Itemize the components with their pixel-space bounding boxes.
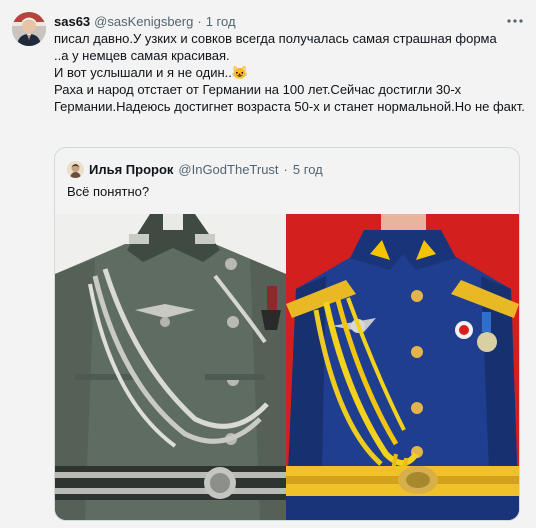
timestamp[interactable]: 1 год bbox=[206, 14, 236, 29]
quoted-tweet[interactable]: Илья Пророк @InGodTheTrust · 5 год Всё п… bbox=[54, 147, 520, 521]
tweet-line-1: писал давно.У узких и совков всегда полу… bbox=[54, 31, 497, 46]
tweet-line-3-text: И вот услышали и я не один.. bbox=[54, 65, 232, 80]
quote-text: Всё понятно? bbox=[67, 184, 150, 199]
quote-author-handle[interactable]: @InGodTheTrust bbox=[178, 162, 278, 177]
tweet-line-2: ..а у немцев самая красивая. bbox=[54, 48, 230, 63]
quoted-tweet-header: Илья Пророк @InGodTheTrust · 5 год bbox=[67, 160, 323, 178]
tweet-text: писал давно.У узких и совков всегда полу… bbox=[54, 30, 526, 115]
author-handle[interactable]: @sasKenigsberg bbox=[94, 14, 193, 29]
quote-avatar[interactable] bbox=[67, 160, 84, 178]
tweet-line-3: И вот услышали и я не один..😺 bbox=[54, 64, 526, 81]
more-options-icon[interactable] bbox=[504, 10, 526, 32]
quote-author-name[interactable]: Илья Пророк bbox=[89, 162, 173, 177]
cat-emoji-icon: 😺 bbox=[231, 65, 249, 80]
photo-grey-uniform[interactable] bbox=[55, 214, 286, 520]
separator: · bbox=[197, 13, 202, 29]
quote-separator: · bbox=[283, 161, 288, 177]
author-name[interactable]: sas63 bbox=[54, 14, 90, 29]
quote-timestamp[interactable]: 5 год bbox=[293, 162, 323, 177]
tweet-line-4: Раха и народ отстает от Германии на 100 … bbox=[54, 82, 525, 114]
avatar[interactable] bbox=[12, 12, 46, 46]
tweet-header: sas63 @sasKenigsberg · 1 год bbox=[54, 12, 236, 30]
quote-media[interactable] bbox=[55, 214, 519, 520]
photo-blue-uniform[interactable] bbox=[286, 214, 519, 520]
